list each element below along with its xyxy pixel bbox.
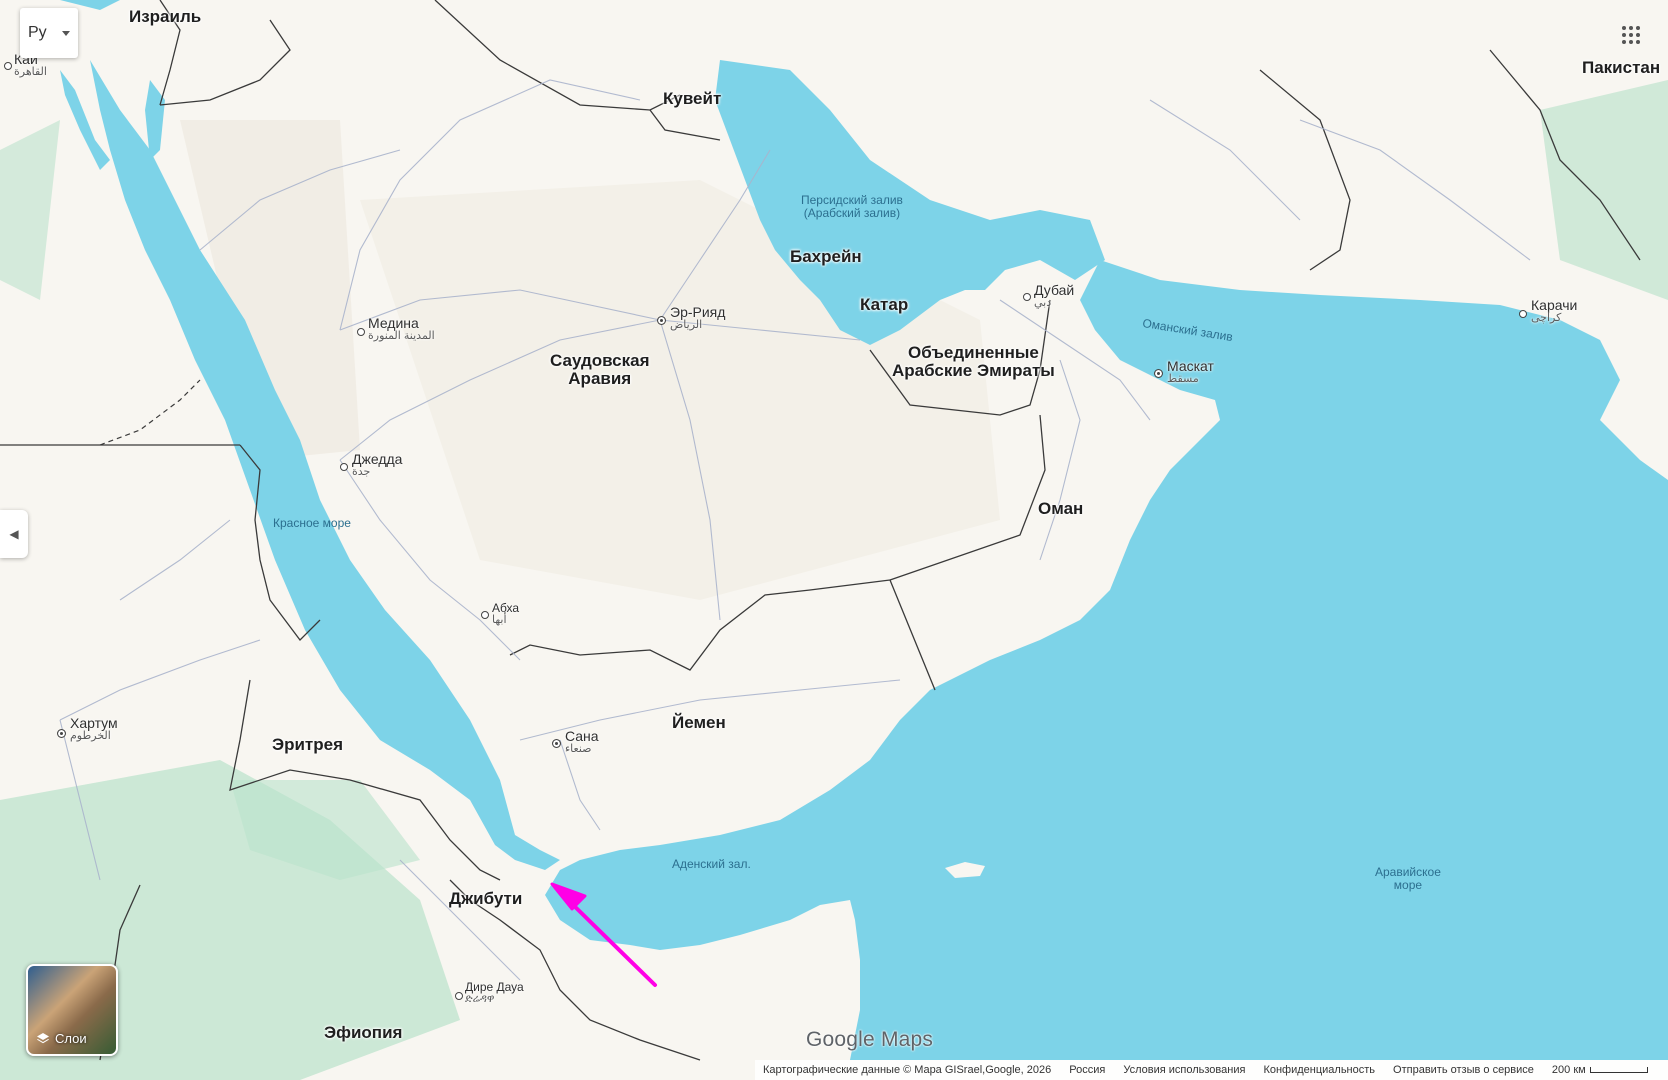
city-dot-abha	[481, 611, 489, 619]
map-canvas[interactable]: Израиль Кувейт Бахрейн Катар Саудовская …	[0, 0, 1668, 1080]
layers-label: Слои	[55, 1031, 87, 1046]
layers-label-wrap: Слои	[36, 1031, 87, 1046]
city-dot-cairo	[4, 62, 12, 70]
scale-bar	[1589, 1067, 1648, 1073]
terms-link[interactable]: Условия использования	[1123, 1064, 1245, 1076]
city-dot-dubai	[1023, 293, 1031, 301]
feedback-link[interactable]: Отправить отзыв о сервисе	[1393, 1064, 1534, 1076]
city-dot-riyadh	[657, 316, 666, 325]
city-dot-medina	[357, 328, 365, 336]
chevron-left-icon: ◀	[9, 527, 19, 541]
attribution-text: Картографические данные © Mapa GISrael,G…	[763, 1064, 1052, 1076]
scale-control[interactable]: 200 км	[1552, 1064, 1648, 1076]
map-footer: Картографические данные © Mapa GISrael,G…	[755, 1060, 1668, 1080]
region-link[interactable]: Россия	[1069, 1064, 1105, 1076]
apps-grid-icon[interactable]	[1622, 26, 1642, 46]
map-base	[0, 0, 1668, 1080]
caret-down-icon	[62, 30, 70, 36]
layers-button[interactable]: Слои	[26, 964, 118, 1056]
city-dot-karachi	[1519, 310, 1527, 318]
city-dot-khartoum	[57, 729, 66, 738]
city-dot-sanaa	[552, 739, 561, 748]
google-maps-logo: Google Maps	[806, 1028, 934, 1051]
city-dot-muscat	[1154, 369, 1163, 378]
collapse-side-panel-button[interactable]: ◀	[0, 510, 28, 558]
scale-label: 200 км	[1551, 1064, 1586, 1076]
language-label: Ру	[28, 24, 47, 41]
city-dot-jeddah	[340, 463, 348, 471]
privacy-link[interactable]: Конфиденциальность	[1263, 1064, 1375, 1076]
city-dot-dire-dawa	[455, 992, 463, 1000]
layers-icon	[37, 1032, 49, 1043]
language-selector[interactable]: Ру	[20, 8, 78, 58]
